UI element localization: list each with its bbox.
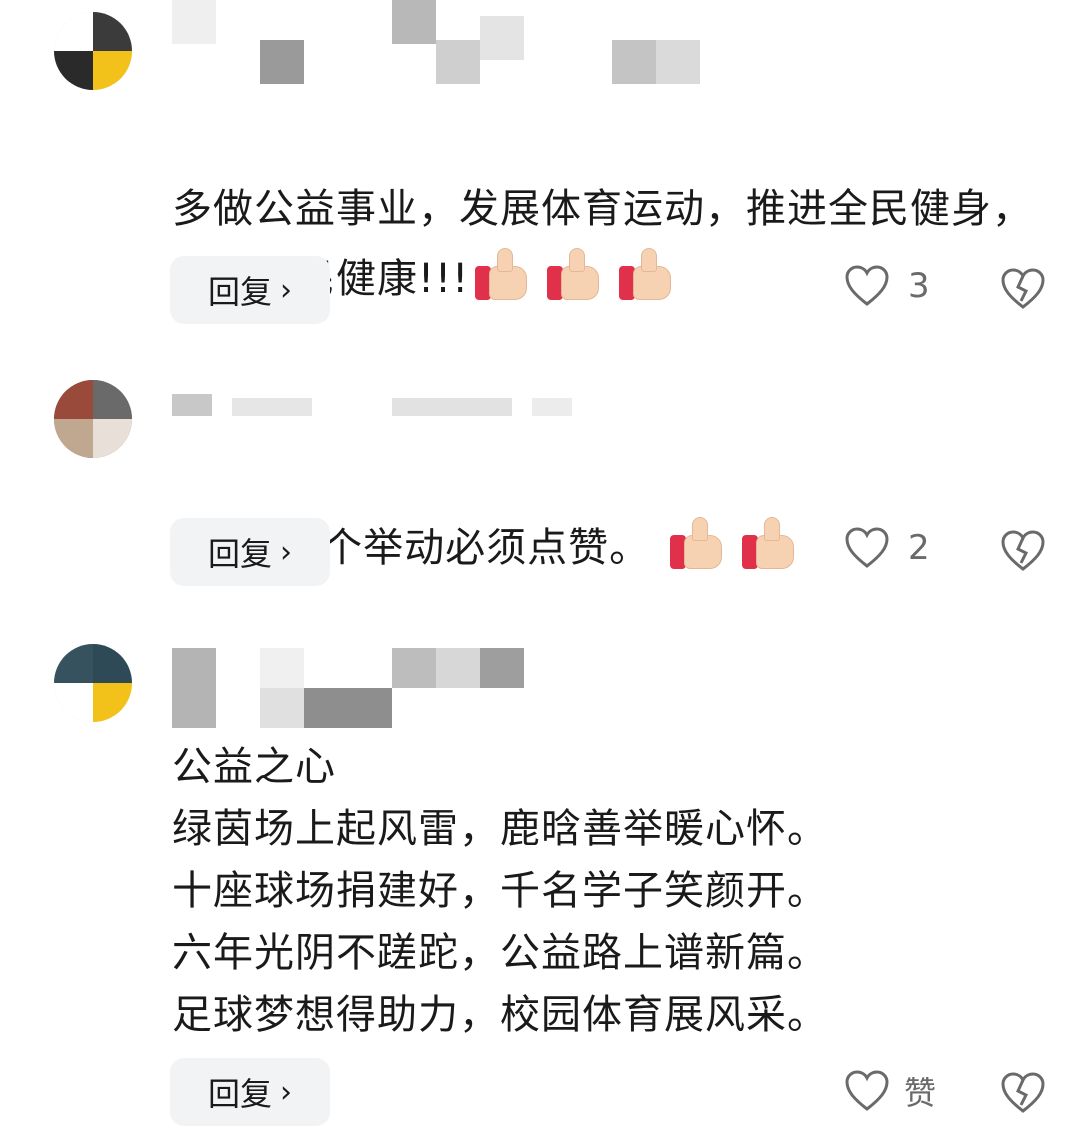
- broken-heart-icon[interactable]: [1000, 266, 1046, 312]
- comment-3: 公益之心 绿茵场上起风雷，鹿晗善举暖心怀。 十座球场捐建好，千名学子笑颜开。 六…: [0, 640, 1080, 1126]
- like-label: 赞: [904, 1074, 937, 1112]
- username-blurred[interactable]: [172, 648, 524, 730]
- reply-button[interactable]: 回复 ›: [170, 256, 330, 324]
- comment-body: 这个举动必须点赞。: [281, 525, 651, 571]
- chevron-right-icon: ›: [280, 272, 292, 308]
- thumbs-up-icon: [670, 517, 728, 569]
- heart-icon: [845, 265, 889, 306]
- comment-text: 公益之心 绿茵场上起风雷，鹿晗善举暖心怀。 十座球场捐建好，千名学子笑颜开。 六…: [172, 744, 828, 1038]
- broken-heart-icon[interactable]: [1000, 1070, 1046, 1116]
- chevron-right-icon: ›: [280, 534, 292, 570]
- avatar[interactable]: [54, 12, 132, 90]
- like-count: 2: [908, 528, 930, 568]
- chevron-right-icon: ›: [280, 1074, 292, 1110]
- like-button[interactable]: 赞: [844, 1068, 936, 1114]
- thumbs-up-icon: [547, 248, 605, 300]
- thumbs-up-icon: [619, 248, 677, 300]
- broken-heart-icon[interactable]: [1000, 528, 1046, 574]
- reply-label: 回复: [207, 273, 272, 311]
- heart-icon: [845, 527, 889, 568]
- thumbs-up-icon: [475, 248, 533, 300]
- like-button[interactable]: 3: [844, 264, 930, 308]
- like-count: 3: [908, 266, 930, 306]
- reply-label: 回复: [207, 535, 272, 573]
- thumbs-up-icon: [742, 517, 800, 569]
- username-blurred[interactable]: [172, 390, 592, 420]
- like-button[interactable]: 2: [844, 526, 930, 570]
- avatar[interactable]: [54, 380, 132, 458]
- heart-icon: [845, 1070, 889, 1111]
- reply-button[interactable]: 回复 ›: [170, 518, 330, 586]
- comment-2: 鹿晗⚲这个举动必须点赞。 回复 › 2: [0, 370, 1080, 600]
- reply-label: 回复: [207, 1075, 272, 1113]
- comment-1: 多做公益事业，发展体育运动，推进全民健身，有利人民健康!!! 回复 › 3: [0, 0, 1080, 330]
- avatar[interactable]: [54, 644, 132, 722]
- username-blurred[interactable]: [172, 0, 700, 96]
